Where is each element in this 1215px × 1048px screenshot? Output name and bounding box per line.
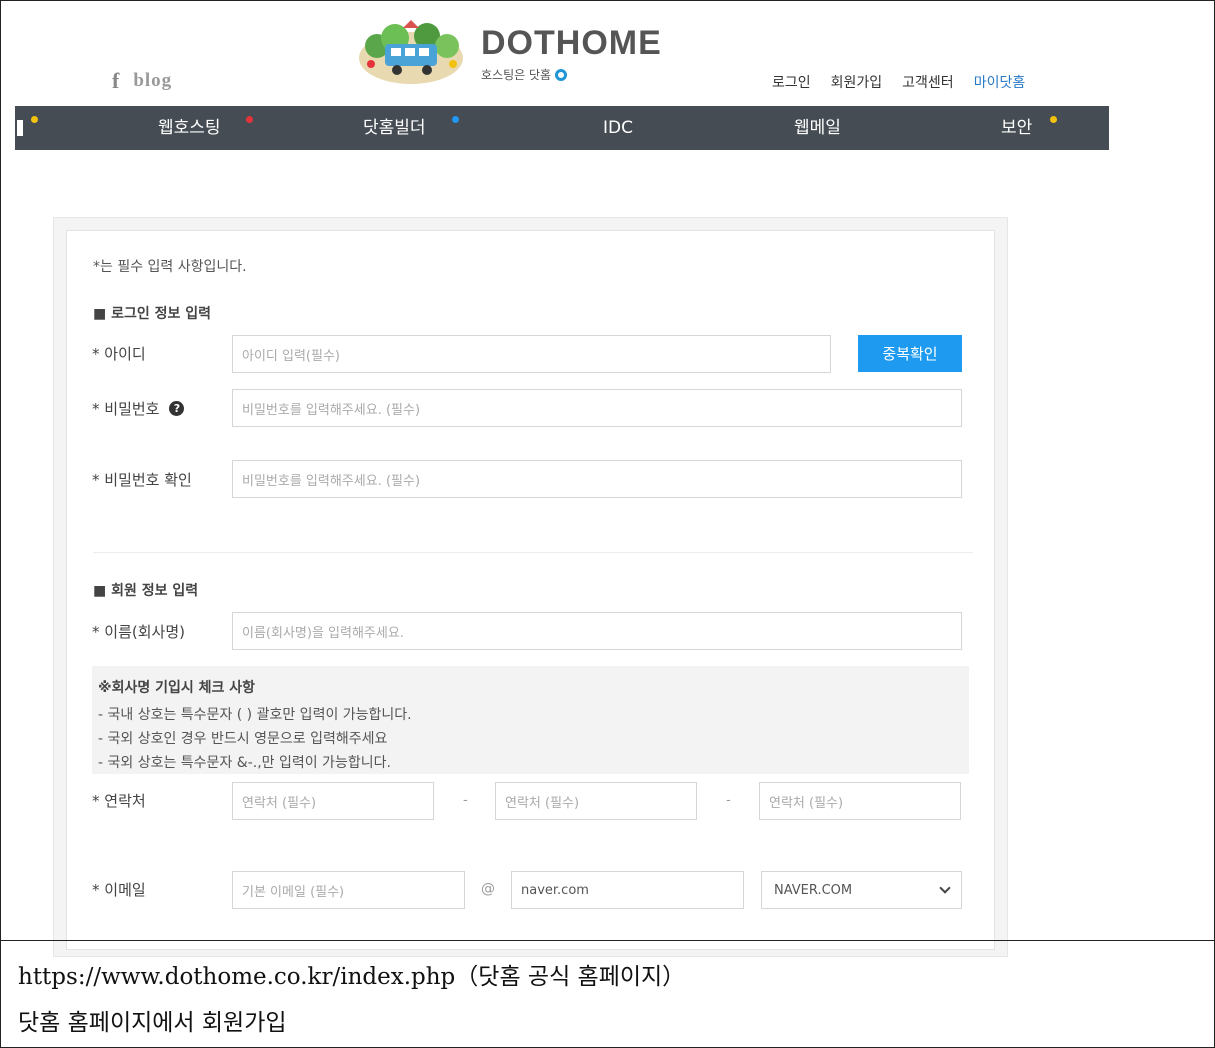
- support-link[interactable]: 고객센터: [902, 72, 954, 92]
- notice-title: ※회사명 기입시 체크 사항: [98, 680, 256, 696]
- caption-description: 닷홈 홈페이지에서 회원가입: [18, 1010, 287, 1036]
- notice-line: - 국내 상호는 특수문자 ( ) 괄호만 입력이 가능합니다.: [98, 707, 412, 723]
- phone-separator: -: [463, 793, 468, 808]
- email-domain-select[interactable]: NAVER.COM: [761, 871, 962, 909]
- notice-line: - 국외 상호인 경우 반드시 영문으로 입력해주세요: [98, 731, 388, 747]
- logo-slogan: 호스팅은 닷홈: [481, 66, 662, 83]
- gnb-dot-icon: [246, 116, 253, 123]
- site-logo[interactable]: DOTHOME 호스팅은 닷홈: [357, 18, 662, 86]
- phone-separator: -: [726, 793, 731, 808]
- facebook-icon[interactable]: f: [112, 68, 119, 94]
- logo-illustration-icon: [357, 18, 465, 86]
- gnb-item-idc[interactable]: IDC: [603, 106, 633, 150]
- social-links: f blog: [112, 68, 172, 94]
- email-at-sign: @: [481, 881, 495, 897]
- gnb-item-cut[interactable]: [17, 106, 23, 150]
- mypage-link[interactable]: 마이닷홈: [974, 72, 1026, 92]
- top-nav: 로그인 회원가입 고객센터 마이닷홈: [772, 72, 1025, 92]
- phone-input-2[interactable]: 연락처 (필수): [495, 782, 697, 820]
- gnb-dot-icon: [31, 116, 38, 123]
- signup-link[interactable]: 회원가입: [831, 72, 883, 92]
- phone-input-1[interactable]: 연락처 (필수): [232, 782, 434, 820]
- email-label: * 이메일: [92, 881, 146, 899]
- login-section-title: ■ 로그인 정보 입력: [93, 306, 212, 322]
- section-divider: [93, 552, 973, 553]
- logo-title: DOTHOME: [481, 24, 662, 62]
- caption-url: https://www.dothome.co.kr/index.php（닷홈 공…: [18, 964, 686, 990]
- gnb-item-security[interactable]: 보안: [1001, 106, 1032, 150]
- member-section-title: ■ 회원 정보 입력: [93, 583, 199, 599]
- logo-circle-icon: [555, 68, 568, 81]
- name-label: * 이름(회사명): [92, 623, 185, 641]
- help-icon[interactable]: ?: [169, 401, 185, 416]
- main-nav-bar: 웹호스팅 닷홈빌더 IDC 웹메일 보안: [15, 106, 1109, 150]
- password-label: * 비밀번호 ?: [92, 398, 185, 419]
- password-confirm-label: * 비밀번호 확인: [92, 471, 192, 489]
- phone-input-3[interactable]: 연락처 (필수): [759, 782, 961, 820]
- gnb-item-webhosting[interactable]: 웹호스팅: [158, 106, 221, 150]
- name-input[interactable]: 이름(회사명)을 입력해주세요.: [232, 612, 962, 650]
- id-label: * 아이디: [92, 345, 146, 363]
- email-local-input[interactable]: 기본 이메일 (필수): [232, 871, 465, 909]
- password-confirm-input[interactable]: 비밀번호를 입력해주세요. (필수): [232, 460, 962, 498]
- gnb-dot-icon: [452, 116, 459, 123]
- notice-line: - 국외 상호는 특수문자 &-.,만 입력이 가능합니다.: [98, 755, 391, 771]
- gnb-dot-icon: [1050, 116, 1057, 123]
- login-link[interactable]: 로그인: [772, 72, 811, 92]
- blog-link[interactable]: blog: [133, 70, 172, 92]
- password-input[interactable]: 비밀번호를 입력해주세요. (필수): [232, 389, 962, 427]
- id-input[interactable]: 아이디 입력(필수): [232, 335, 831, 373]
- required-note: *는 필수 입력 사항입니다.: [93, 259, 247, 275]
- email-domain-input[interactable]: naver.com: [511, 871, 744, 909]
- duplicate-check-button[interactable]: 중복확인: [858, 335, 962, 372]
- chevron-down-icon: [939, 882, 951, 894]
- phone-label: * 연락처: [92, 792, 146, 810]
- gnb-item-builder[interactable]: 닷홈빌더: [363, 106, 426, 150]
- gnb-item-webmail[interactable]: 웹메일: [794, 106, 841, 150]
- caption-divider: [0, 940, 1215, 941]
- gnb-cut-text: [17, 120, 23, 136]
- company-name-notice: ※회사명 기입시 체크 사항 - 국내 상호는 특수문자 ( ) 괄호만 입력이…: [92, 666, 969, 774]
